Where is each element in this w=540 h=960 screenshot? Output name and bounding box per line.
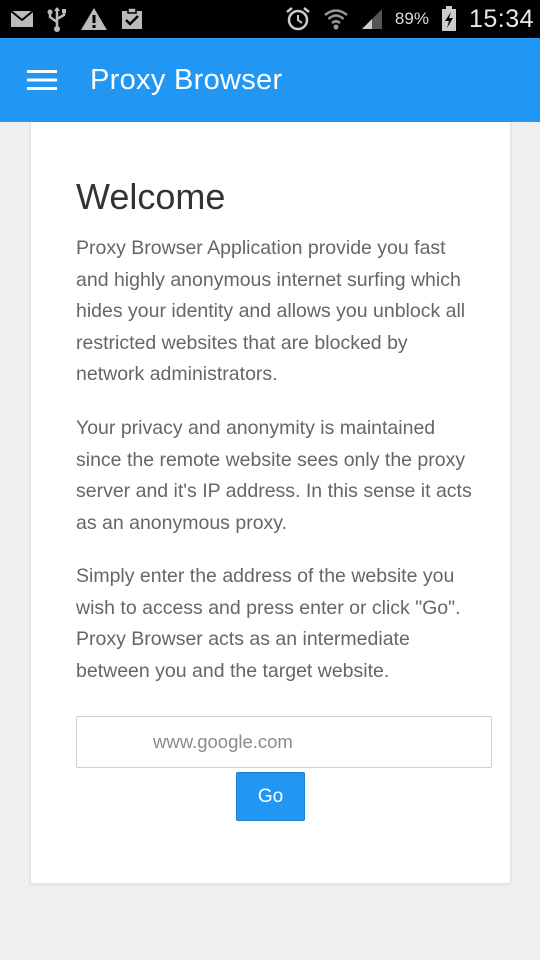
intro-paragraph: Proxy Browser Application provide you fa… [76,237,466,385]
battery-percent: 89% [394,9,429,28]
wifi-icon [323,7,349,31]
warning-icon [80,7,108,31]
go-button[interactable]: Go [236,772,305,821]
usb-icon [46,6,68,32]
welcome-card: Welcome Proxy Browser Application provid… [30,122,511,884]
app-title: Proxy Browser [90,63,283,96]
page-title: Welcome [76,176,226,217]
status-system: 89% 15:34 [285,5,534,34]
status-notifications [10,6,144,32]
alarm-icon [285,6,311,32]
menu-button[interactable] [10,38,74,122]
battery-charging-icon [441,6,457,32]
status-bar: 89% 15:34 [0,0,540,38]
hamburger-menu-icon [27,70,57,90]
mail-icon [10,10,34,28]
privacy-paragraph: Your privacy and anonymity is maintained… [76,417,472,534]
app-bar: Proxy Browser [0,38,540,122]
clipboard-check-icon [120,7,144,31]
url-input[interactable] [76,716,492,768]
instructions-paragraph: Simply enter the address of the website … [76,565,461,682]
status-clock: 15:34 [468,4,534,33]
signal-icon [361,8,383,30]
